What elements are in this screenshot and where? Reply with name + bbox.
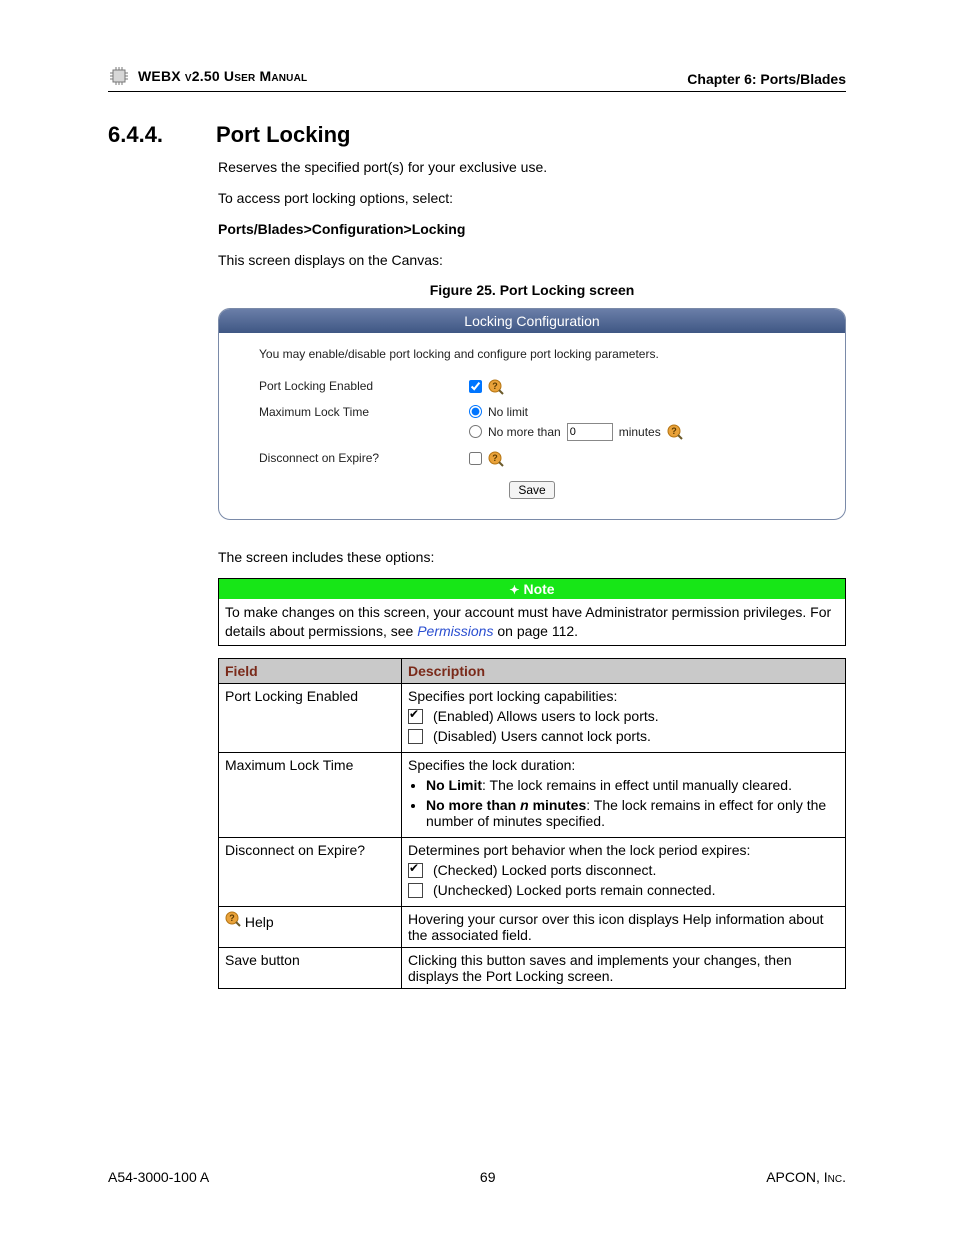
note-body: To make changes on this screen, your acc… [219, 599, 846, 645]
intro-para-1: Reserves the specified port(s) for your … [218, 158, 846, 177]
checkbox-checked-icon [408, 709, 423, 724]
intro-para-2: To access port locking options, select: [218, 189, 846, 208]
breadcrumb-path: Ports/Blades>Configuration>Locking [218, 220, 846, 239]
no-more-than-pre: No more than [488, 425, 561, 439]
locking-config-panel: Locking Configuration You may enable/dis… [218, 308, 846, 520]
desc-cell: Specifies port locking capabilities: (En… [402, 684, 846, 753]
footer-page-number: 69 [480, 1169, 496, 1185]
help-icon[interactable] [488, 379, 504, 395]
note-title: ✦Note [219, 579, 846, 600]
desc-cell: Determines port behavior when the lock p… [402, 838, 846, 907]
max-lock-time-label: Maximum Lock Time [259, 405, 469, 419]
checkbox-unchecked-icon [408, 729, 423, 744]
table-row: Save button Clicking this button saves a… [219, 948, 846, 989]
port-locking-enabled-label: Port Locking Enabled [259, 379, 469, 393]
page-header: WEBX v2.50 User Manual Chapter 6: Ports/… [108, 65, 846, 92]
help-icon[interactable] [488, 451, 504, 467]
table-row: Disconnect on Expire? Determines port be… [219, 838, 846, 907]
no-limit-label: No limit [488, 405, 528, 419]
figure-caption: Figure 25. Port Locking screen [218, 282, 846, 298]
permissions-link[interactable]: Permissions [417, 623, 493, 639]
col-field-header: Field [219, 659, 402, 684]
minutes-input[interactable] [567, 423, 613, 441]
panel-title: Locking Configuration [219, 309, 845, 333]
header-right-text: Chapter 6: Ports/Blades [687, 71, 846, 87]
footer-right: APCON, Inc. [766, 1169, 846, 1185]
section-title: Port Locking [216, 122, 350, 148]
desc-cell: Specifies the lock duration: No Limit: T… [402, 753, 846, 838]
field-description-table: Field Description Port Locking Enabled S… [218, 658, 846, 989]
footer-left: A54-3000-100 A [108, 1169, 209, 1185]
disconnect-on-expire-checkbox[interactable] [469, 452, 482, 465]
no-more-than-radio[interactable] [469, 425, 482, 438]
disconnect-on-expire-label: Disconnect on Expire? [259, 451, 469, 465]
col-description-header: Description [402, 659, 846, 684]
page-footer: A54-3000-100 A 69 APCON, Inc. [108, 1169, 846, 1185]
field-cell: Port Locking Enabled [219, 684, 402, 753]
checkbox-checked-icon [408, 863, 423, 878]
field-cell: Disconnect on Expire? [219, 838, 402, 907]
help-icon [225, 911, 241, 927]
help-icon[interactable] [667, 424, 683, 440]
field-cell: Save button [219, 948, 402, 989]
header-left-text: WEBX v2.50 User Manual [138, 68, 307, 84]
save-button[interactable]: Save [509, 481, 554, 499]
port-locking-enabled-checkbox[interactable] [469, 380, 482, 393]
checkbox-unchecked-icon [408, 883, 423, 898]
field-cell: Maximum Lock Time [219, 753, 402, 838]
desc-cell: Clicking this button saves and implement… [402, 948, 846, 989]
table-row: Maximum Lock Time Specifies the lock dur… [219, 753, 846, 838]
section-number: 6.4.4. [108, 122, 188, 148]
note-box: ✦Note To make changes on this screen, yo… [218, 578, 846, 646]
panel-intro-text: You may enable/disable port locking and … [259, 347, 805, 361]
desc-cell: Hovering your cursor over this icon disp… [402, 907, 846, 948]
table-row: Port Locking Enabled Specifies port lock… [219, 684, 846, 753]
table-row: Help Hovering your cursor over this icon… [219, 907, 846, 948]
no-more-than-post: minutes [619, 425, 661, 439]
field-cell: Help [219, 907, 402, 948]
chip-icon [108, 65, 130, 87]
intro-para-3: This screen displays on the Canvas: [218, 251, 846, 270]
no-limit-radio[interactable] [469, 405, 482, 418]
after-panel-text: The screen includes these options: [218, 548, 846, 567]
